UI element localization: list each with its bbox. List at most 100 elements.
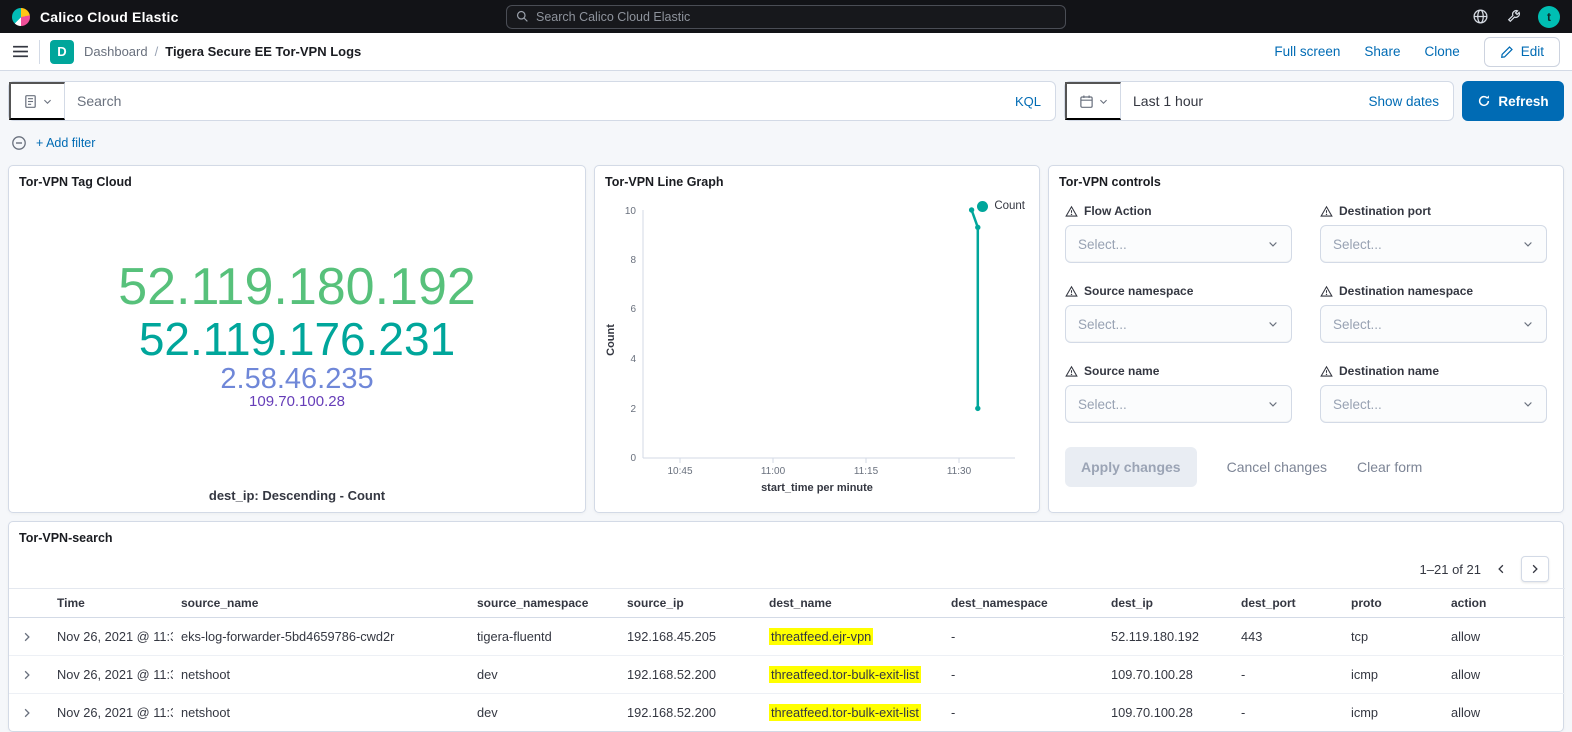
- svg-text:8: 8: [630, 255, 636, 266]
- svg-text:2: 2: [630, 404, 636, 415]
- cell-proto: icmp: [1343, 656, 1443, 694]
- chevron-down-icon: [1267, 318, 1279, 330]
- menu-hamburger-icon[interactable]: [12, 43, 29, 60]
- tag-cloud-item[interactable]: 109.70.100.28: [249, 394, 345, 410]
- warning-icon: [1065, 365, 1078, 378]
- column-header-dest-name[interactable]: dest_name: [761, 589, 943, 618]
- table-header-row: Time source_name source_namespace source…: [9, 589, 1565, 618]
- line-chart: Count 0 2 4 6 8 10 10:45 11:00 11:15 11:…: [603, 200, 1027, 482]
- time-range-button[interactable]: Last 1 hour: [1121, 93, 1368, 109]
- destination-namespace-label: Destination namespace: [1339, 284, 1473, 298]
- column-header-source-ip[interactable]: source_ip: [619, 589, 761, 618]
- chevron-down-icon: [1522, 398, 1534, 410]
- kql-language-button[interactable]: KQL: [1015, 94, 1055, 109]
- date-quick-select-button[interactable]: [1065, 82, 1121, 120]
- column-header-source-namespace[interactable]: source_namespace: [469, 589, 619, 618]
- saved-query-menu-button[interactable]: [9, 82, 65, 120]
- destination-port-select[interactable]: Select...: [1320, 225, 1547, 263]
- tag-cloud-item[interactable]: 52.119.176.231: [139, 315, 455, 364]
- next-page-button[interactable]: [1521, 556, 1549, 582]
- refresh-button[interactable]: Refresh: [1462, 81, 1564, 121]
- cell-time: Nov 26, 2021 @ 11:35:04.000: [49, 656, 173, 694]
- cell-dest-ip: 109.70.100.28: [1103, 694, 1233, 732]
- column-header-source-name[interactable]: source_name: [173, 589, 469, 618]
- cell-source-name: netshoot: [173, 656, 469, 694]
- tag-cloud-panel-title: Tor-VPN Tag Cloud: [9, 166, 585, 198]
- chevron-down-icon: [1522, 318, 1534, 330]
- svg-text:11:15: 11:15: [854, 466, 879, 477]
- search-input[interactable]: [65, 93, 1015, 109]
- column-header-time[interactable]: Time: [49, 589, 173, 618]
- chevron-down-icon: [1267, 398, 1279, 410]
- cell-source-namespace: dev: [469, 656, 619, 694]
- chevron-down-icon: [1267, 238, 1279, 250]
- cell-source-ip: 192.168.52.200: [619, 656, 761, 694]
- global-search[interactable]: [506, 5, 1066, 29]
- previous-page-button[interactable]: [1487, 556, 1515, 582]
- calendar-icon: [1079, 94, 1094, 109]
- devtools-icon[interactable]: [1505, 8, 1522, 25]
- legend-count-dot: [977, 201, 988, 212]
- add-filter-button[interactable]: + Add filter: [36, 136, 95, 150]
- expand-row-icon[interactable]: [21, 669, 33, 681]
- chart-legend[interactable]: Count: [977, 200, 1025, 212]
- tag-cloud-item[interactable]: 52.119.180.192: [118, 260, 476, 315]
- svg-text:10:45: 10:45: [667, 466, 692, 477]
- column-header-proto[interactable]: proto: [1343, 589, 1443, 618]
- cell-source-ip: 192.168.52.200: [619, 694, 761, 732]
- cell-dest-port: 443: [1233, 618, 1343, 656]
- cell-action: allow: [1443, 618, 1565, 656]
- svg-text:6: 6: [630, 304, 636, 315]
- refresh-button-label: Refresh: [1498, 94, 1548, 109]
- date-picker: Last 1 hour Show dates: [1064, 81, 1454, 121]
- breadcrumb-dashboard-link[interactable]: Dashboard: [84, 44, 148, 59]
- source-namespace-select[interactable]: Select...: [1065, 305, 1292, 343]
- saved-query-icon: [23, 94, 38, 109]
- clear-form-button[interactable]: Clear form: [1357, 459, 1422, 475]
- elastic-logo-icon[interactable]: [12, 8, 30, 26]
- controls-panel: Tor-VPN controls Flow Action Select...: [1048, 165, 1564, 513]
- pagination-label: 1–21 of 21: [1420, 562, 1481, 577]
- flow-action-field: Flow Action Select...: [1065, 204, 1292, 263]
- edit-button[interactable]: Edit: [1484, 37, 1560, 67]
- dashboard-app-badge[interactable]: D: [50, 40, 74, 64]
- user-avatar[interactable]: t: [1538, 6, 1560, 28]
- cell-dest-namespace: -: [943, 656, 1103, 694]
- show-dates-button[interactable]: Show dates: [1368, 94, 1453, 109]
- share-button[interactable]: Share: [1364, 44, 1400, 59]
- column-header-dest-port[interactable]: dest_port: [1233, 589, 1343, 618]
- select-placeholder: Select...: [1333, 397, 1382, 412]
- cell-dest-namespace: -: [943, 694, 1103, 732]
- expand-row-icon[interactable]: [21, 631, 33, 643]
- cancel-changes-button[interactable]: Cancel changes: [1227, 459, 1327, 475]
- select-placeholder: Select...: [1078, 237, 1127, 252]
- svg-text:0: 0: [630, 453, 636, 464]
- expand-row-icon[interactable]: [21, 707, 33, 719]
- column-header-dest-namespace[interactable]: dest_namespace: [943, 589, 1103, 618]
- warning-icon: [1320, 365, 1333, 378]
- source-name-label: Source name: [1084, 364, 1159, 378]
- tag-cloud-item[interactable]: 2.58.46.235: [220, 364, 373, 395]
- flow-action-select[interactable]: Select...: [1065, 225, 1292, 263]
- clone-button[interactable]: Clone: [1424, 44, 1459, 59]
- column-header-action[interactable]: action: [1443, 589, 1565, 618]
- global-search-input[interactable]: [536, 10, 1056, 24]
- destination-namespace-select[interactable]: Select...: [1320, 305, 1547, 343]
- table-row: Nov 26, 2021 @ 11:35:04.000 eks-log-forw…: [9, 618, 1565, 656]
- full-screen-button[interactable]: Full screen: [1274, 44, 1340, 59]
- y-axis-title: Count: [605, 324, 617, 356]
- cell-dest-port: -: [1233, 694, 1343, 732]
- destination-name-label: Destination name: [1339, 364, 1439, 378]
- cell-time: Nov 26, 2021 @ 11:35:04.000: [49, 618, 173, 656]
- column-header-dest-ip[interactable]: dest_ip: [1103, 589, 1233, 618]
- source-name-select[interactable]: Select...: [1065, 385, 1292, 423]
- apply-changes-button[interactable]: Apply changes: [1065, 447, 1197, 487]
- destination-name-select[interactable]: Select...: [1320, 385, 1547, 423]
- cloud-icon[interactable]: [1472, 8, 1489, 25]
- controls-panel-title: Tor-VPN controls: [1049, 166, 1563, 198]
- divider: [39, 40, 40, 64]
- line-series: [969, 207, 981, 411]
- search-icon: [516, 10, 529, 23]
- destination-port-field: Destination port Select...: [1320, 204, 1547, 263]
- filter-options-icon[interactable]: [11, 135, 27, 151]
